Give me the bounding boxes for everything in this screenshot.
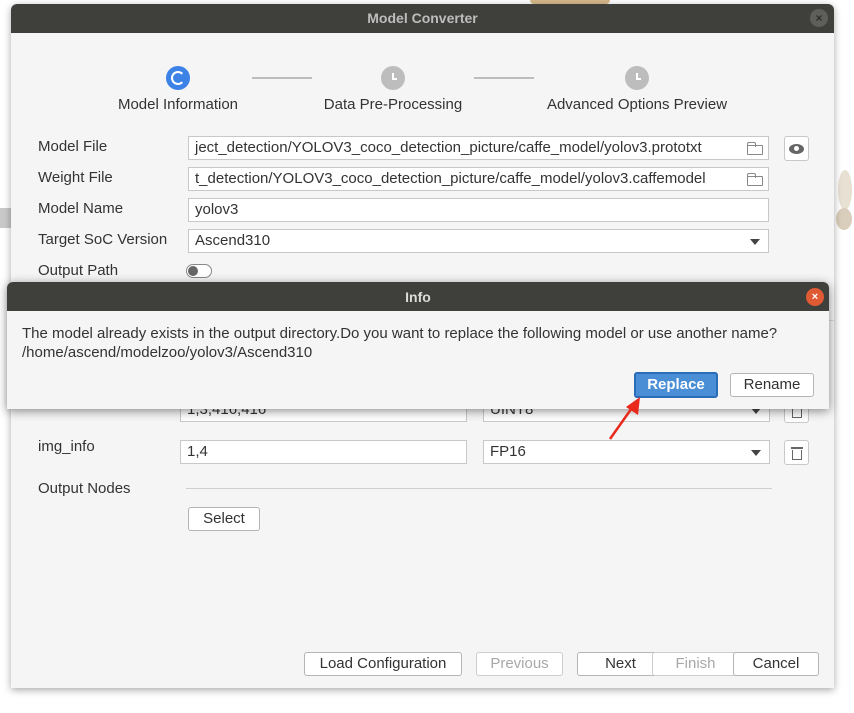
model-name-input[interactable]: yolov3 bbox=[188, 198, 769, 222]
model-name-label: Model Name bbox=[38, 200, 124, 217]
model-file-input[interactable]: ject_detection/YOLOV3_coco_detection_pic… bbox=[188, 136, 769, 160]
finish-button[interactable]: Finish bbox=[652, 652, 739, 676]
output-nodes-divider bbox=[186, 488, 772, 489]
wallpaper-shape bbox=[836, 208, 852, 230]
dialog-message-line: The model already exists in the output d… bbox=[22, 325, 778, 342]
chevron-down-icon bbox=[751, 450, 761, 456]
window-titlebar[interactable]: Model Converter × bbox=[11, 4, 834, 33]
previous-button[interactable]: Previous bbox=[476, 652, 563, 676]
weight-file-label: Weight File bbox=[38, 169, 113, 186]
info-dialog: Info × The model already exists in the o… bbox=[7, 282, 829, 409]
step-label: Model Information bbox=[117, 96, 239, 113]
load-configuration-button[interactable]: Load Configuration bbox=[304, 652, 462, 676]
model-file-value: ject_detection/YOLOV3_coco_detection_pic… bbox=[195, 139, 702, 156]
toggle-knob bbox=[188, 266, 198, 276]
target-soc-label: Target SoC Version bbox=[38, 231, 168, 248]
annotation-arrow-icon bbox=[608, 397, 640, 440]
next-button[interactable]: Next bbox=[577, 652, 664, 676]
window-title: Model Converter bbox=[367, 10, 478, 26]
cancel-button[interactable]: Cancel bbox=[733, 652, 819, 676]
rename-button[interactable]: Rename bbox=[730, 373, 814, 397]
target-soc-value: Ascend310 bbox=[195, 232, 271, 249]
dialog-titlebar[interactable]: Info × bbox=[7, 282, 829, 311]
step-label: Advanced Options Preview bbox=[546, 96, 728, 113]
annotation-arrow-shaft bbox=[608, 404, 636, 440]
weight-file-input[interactable]: t_detection/YOLOV3_coco_detection_pictur… bbox=[188, 167, 769, 191]
step-label: Data Pre-Processing bbox=[323, 96, 463, 113]
step-model-information[interactable]: Model Information bbox=[78, 66, 278, 113]
trash-icon bbox=[791, 447, 803, 449]
output-nodes-label: Output Nodes bbox=[38, 480, 131, 497]
dialog-close-button[interactable]: × bbox=[806, 288, 824, 306]
folder-icon[interactable] bbox=[746, 140, 764, 155]
window-close-button[interactable]: × bbox=[810, 9, 828, 27]
desktop-background-fragment bbox=[0, 208, 11, 228]
select-output-nodes-button[interactable]: Select bbox=[188, 507, 260, 531]
step-data-pre-processing[interactable]: Data Pre-Processing bbox=[293, 66, 493, 113]
dialog-model-path: /home/ascend/modelzoo/yolov3/Ascend310 bbox=[22, 344, 313, 361]
clock-icon bbox=[625, 66, 649, 90]
clock-icon bbox=[381, 66, 405, 90]
view-model-button[interactable] bbox=[784, 136, 809, 161]
model-name-value: yolov3 bbox=[195, 201, 239, 218]
dialog-title: Info bbox=[405, 289, 431, 305]
step-active-icon bbox=[166, 66, 190, 90]
output-path-toggle[interactable] bbox=[186, 264, 212, 278]
output-path-label: Output Path bbox=[38, 262, 119, 279]
input-node-shape[interactable]: 1,4 bbox=[180, 440, 467, 464]
desktop-wallpaper-fragment bbox=[834, 150, 854, 240]
wallpaper-shape bbox=[838, 170, 852, 210]
folder-icon[interactable] bbox=[746, 171, 764, 186]
weight-file-value: t_detection/YOLOV3_coco_detection_pictur… bbox=[195, 170, 706, 187]
input-node-name: img_info bbox=[38, 438, 95, 455]
delete-node-button[interactable] bbox=[784, 440, 809, 465]
target-soc-select[interactable]: Ascend310 bbox=[188, 229, 769, 253]
step-connector bbox=[474, 77, 534, 79]
dialog-message: The model already exists in the output d… bbox=[22, 324, 777, 362]
model-file-label: Model File bbox=[38, 138, 108, 155]
step-advanced-options[interactable]: Advanced Options Preview bbox=[537, 66, 737, 113]
chevron-down-icon bbox=[750, 239, 760, 245]
